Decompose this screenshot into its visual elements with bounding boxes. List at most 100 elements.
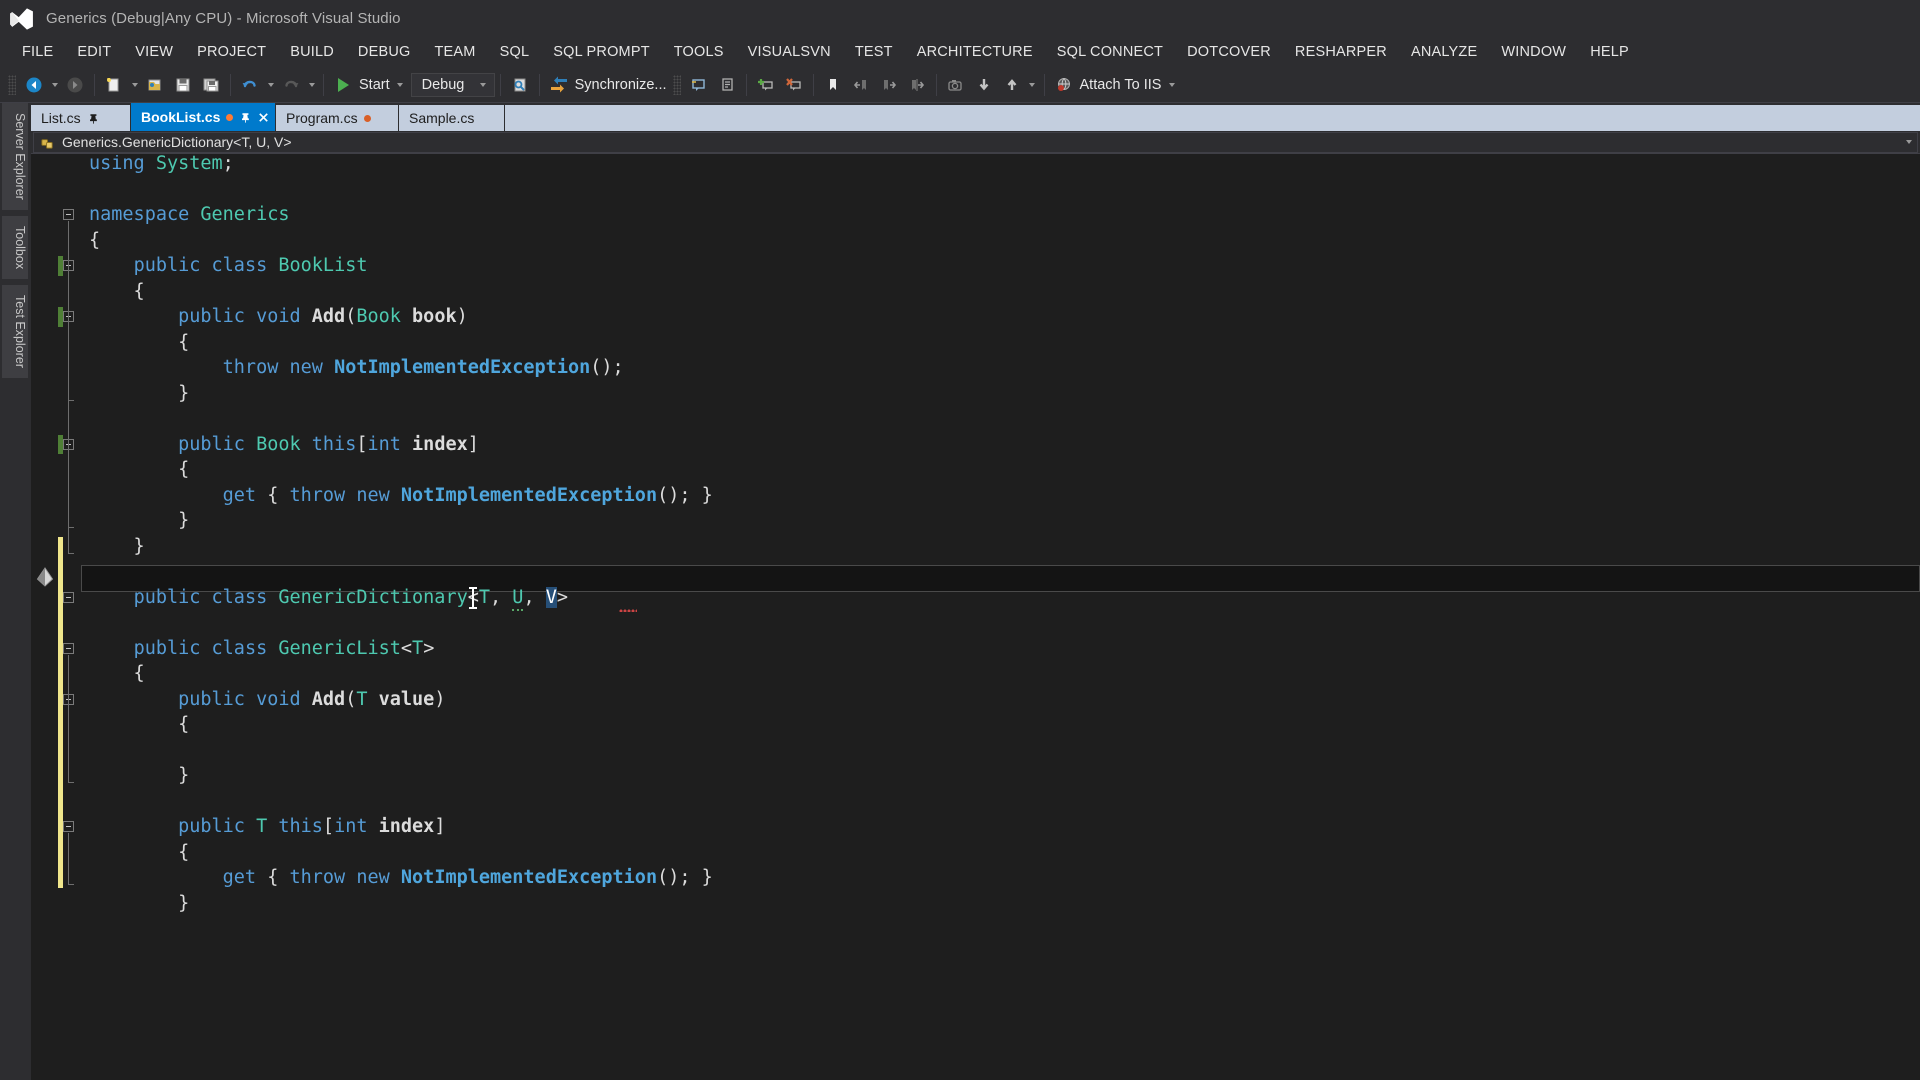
- menu-item-architecture[interactable]: ARCHITECTURE: [905, 41, 1045, 63]
- dock-tab-test-explorer[interactable]: Test Explorer: [2, 284, 28, 378]
- chevron-down-icon[interactable]: [1901, 140, 1917, 144]
- code-line[interactable]: using System;: [89, 155, 234, 177]
- menu-item-resharper[interactable]: RESHARPER: [1283, 41, 1399, 63]
- code-editor[interactable]: using System; namespace Generics{ public …: [31, 155, 1920, 1080]
- comment-selection-button[interactable]: [685, 72, 713, 98]
- navigate-forward-button[interactable]: [61, 72, 89, 98]
- dock-tab-server-explorer[interactable]: Server Explorer: [2, 103, 28, 210]
- code-line[interactable]: {: [89, 712, 189, 738]
- next-bookmark-button[interactable]: [875, 72, 903, 98]
- start-dropdown[interactable]: [394, 72, 407, 98]
- new-project-dropdown[interactable]: [128, 72, 141, 98]
- code-line[interactable]: public class GenericDictionary<T, U, V>: [89, 585, 568, 611]
- code-line[interactable]: get { throw new NotImplementedException(…: [89, 865, 713, 891]
- code-line[interactable]: {: [89, 330, 189, 356]
- menu-item-sql-prompt[interactable]: SQL PROMPT: [541, 41, 662, 63]
- code-line[interactable]: public class BookList: [89, 253, 368, 279]
- code-line[interactable]: {: [89, 279, 145, 305]
- save-button[interactable]: [169, 72, 197, 98]
- redo-button[interactable]: [277, 72, 305, 98]
- clear-bookmarks-button[interactable]: [903, 72, 931, 98]
- toolbar-grip-2[interactable]: [672, 74, 681, 95]
- code-line[interactable]: }: [89, 508, 189, 534]
- attach-to-iis-button[interactable]: [1050, 72, 1078, 98]
- uncomment-selection-button[interactable]: [713, 72, 741, 98]
- code-line[interactable]: {: [89, 228, 100, 254]
- outlining-collapse-icon[interactable]: [63, 821, 74, 832]
- navigate-back-dropdown[interactable]: [48, 72, 61, 98]
- document-tab-list-cs[interactable]: List.cs: [31, 105, 131, 131]
- lightbulb-suggestion-icon[interactable]: [35, 567, 55, 589]
- save-all-button[interactable]: [197, 72, 225, 98]
- step-up-button[interactable]: [998, 72, 1026, 98]
- outlining-collapse-icon[interactable]: [63, 591, 74, 603]
- toolbar-grip[interactable]: [8, 74, 16, 95]
- pin-icon[interactable]: [239, 111, 251, 124]
- type-member-dropdown[interactable]: Generics.GenericDictionary<T, U, V>: [33, 131, 1918, 153]
- editor-outlining-margin[interactable]: [63, 155, 89, 1080]
- step-down-button[interactable]: [970, 72, 998, 98]
- editor-indicator-margin[interactable]: [31, 155, 58, 1080]
- menu-item-file[interactable]: FILE: [10, 41, 65, 63]
- code-line[interactable]: }: [89, 534, 145, 560]
- menu-item-test[interactable]: TEST: [843, 41, 905, 63]
- dock-tab-toolbox[interactable]: Toolbox: [2, 215, 28, 279]
- code-line[interactable]: public void Add(T value): [89, 687, 445, 713]
- menu-item-edit[interactable]: EDIT: [65, 41, 123, 63]
- menu-item-analyze[interactable]: ANALYZE: [1399, 41, 1489, 63]
- synchronize-label[interactable]: Synchronize...: [573, 77, 671, 93]
- navigate-back-button[interactable]: [20, 72, 48, 98]
- code-line[interactable]: }: [89, 381, 189, 407]
- document-tab-sample-cs[interactable]: Sample.cs: [399, 105, 505, 131]
- outlining-collapse-icon[interactable]: [63, 642, 74, 654]
- menu-item-dotcover[interactable]: DOTCOVER: [1175, 41, 1283, 63]
- code-line[interactable]: {: [89, 661, 145, 687]
- start-debug-button[interactable]: [329, 72, 357, 98]
- code-line[interactable]: {: [89, 457, 189, 483]
- undo-dropdown[interactable]: [264, 72, 277, 98]
- outlining-collapse-icon[interactable]: [63, 209, 74, 220]
- solution-configuration-combo[interactable]: Debug: [410, 72, 495, 97]
- code-line[interactable]: throw new NotImplementedException();: [89, 355, 624, 381]
- code-line[interactable]: get { throw new NotImplementedException(…: [89, 483, 713, 509]
- menu-item-team[interactable]: TEAM: [423, 41, 488, 63]
- toggle-bookmark-button[interactable]: [819, 72, 847, 98]
- remove-comment-button[interactable]: [780, 72, 808, 98]
- code-line[interactable]: }: [89, 891, 189, 917]
- previous-bookmark-button[interactable]: [847, 72, 875, 98]
- code-line[interactable]: public T this[int index]: [89, 814, 445, 840]
- code-line[interactable]: namespace Generics: [89, 202, 290, 228]
- document-tab-program-cs[interactable]: Program.cs: [276, 105, 399, 131]
- new-project-button[interactable]: [100, 72, 128, 98]
- code-line[interactable]: public Book this[int index]: [89, 432, 479, 458]
- code-line[interactable]: public class GenericList<T>: [89, 636, 435, 662]
- code-line[interactable]: {: [89, 840, 189, 866]
- attach-to-iis-label[interactable]: Attach To IIS: [1078, 77, 1166, 93]
- open-file-button[interactable]: [141, 72, 169, 98]
- menu-item-sql-connect[interactable]: SQL CONNECT: [1045, 41, 1175, 63]
- synchronize-button[interactable]: [545, 72, 573, 98]
- menu-item-tools[interactable]: TOOLS: [662, 41, 736, 63]
- document-tab-booklist-cs[interactable]: BookList.cs: [131, 103, 276, 131]
- close-icon[interactable]: [257, 111, 270, 124]
- menu-item-view[interactable]: VIEW: [123, 41, 185, 63]
- editor-text-area[interactable]: using System; namespace Generics{ public …: [81, 155, 1920, 1080]
- menu-item-window[interactable]: WINDOW: [1489, 41, 1578, 63]
- menu-item-help[interactable]: HELP: [1578, 41, 1641, 63]
- step-dropdown[interactable]: [1026, 72, 1039, 98]
- code-line[interactable]: public void Add(Book book): [89, 304, 468, 330]
- menu-item-build[interactable]: BUILD: [278, 41, 346, 63]
- attach-to-iis-dropdown[interactable]: [1165, 72, 1178, 98]
- snapshot-button[interactable]: [942, 72, 970, 98]
- start-label[interactable]: Start: [357, 77, 394, 93]
- menu-item-debug[interactable]: DEBUG: [346, 41, 423, 63]
- find-in-files-button[interactable]: [506, 72, 534, 98]
- menu-item-visualsvn[interactable]: VISUALSVN: [736, 41, 843, 63]
- add-comment-button[interactable]: [752, 72, 780, 98]
- redo-dropdown[interactable]: [305, 72, 318, 98]
- pin-icon[interactable]: [87, 112, 99, 125]
- code-line[interactable]: }: [89, 763, 189, 789]
- menu-item-sql[interactable]: SQL: [488, 41, 542, 63]
- undo-button[interactable]: [236, 72, 264, 98]
- menu-item-project[interactable]: PROJECT: [185, 41, 278, 63]
